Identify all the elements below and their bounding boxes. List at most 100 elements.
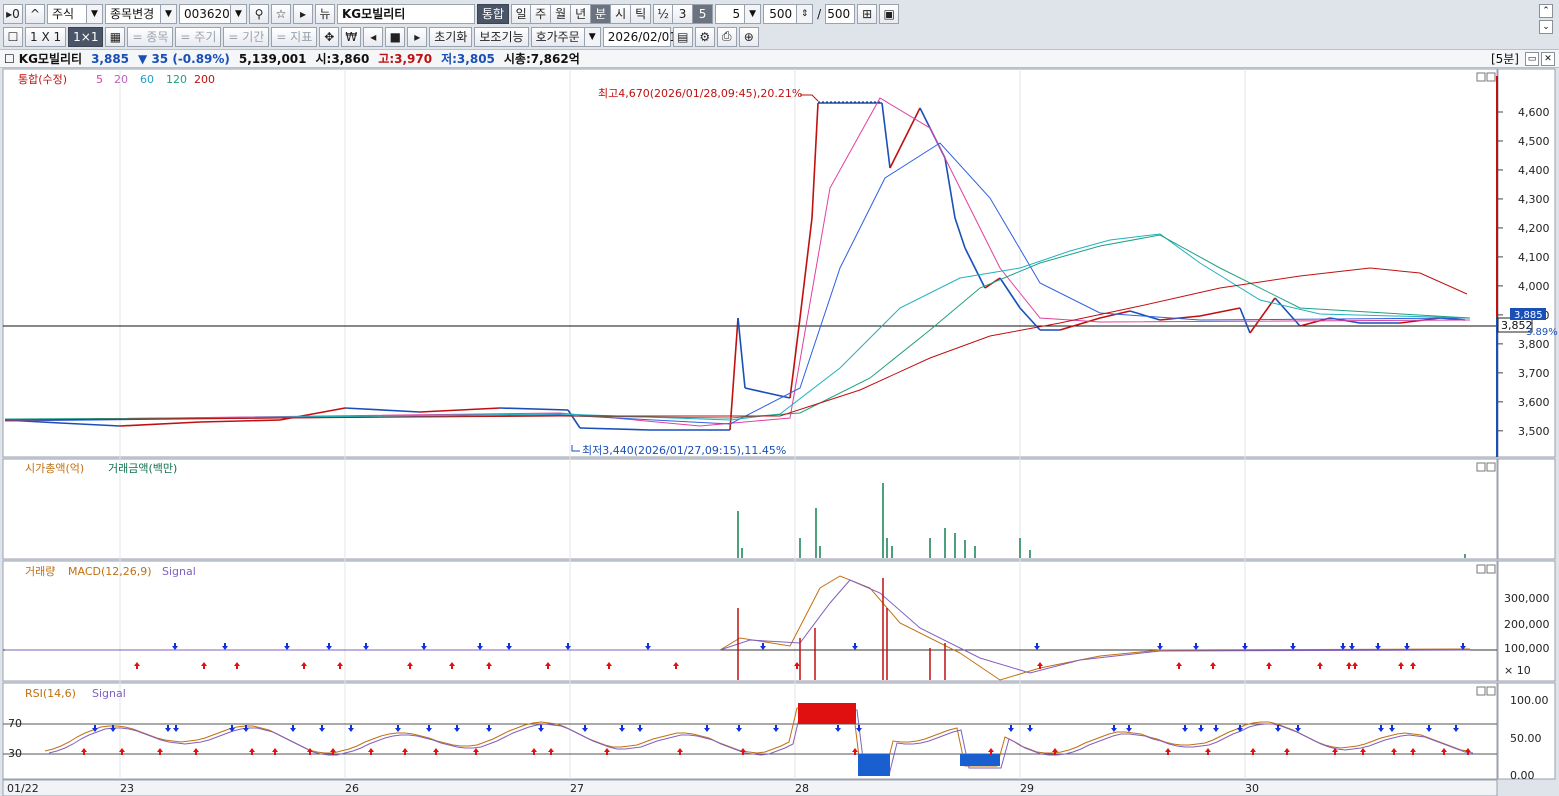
add-range-button[interactable]: = 기간	[223, 26, 270, 47]
add-indicator-button[interactable]: = 지표	[271, 26, 318, 47]
reset-button[interactable]: 초기화	[429, 26, 473, 47]
info-mktcap: 시총:7,862억	[503, 52, 580, 66]
info-open: 시:3,860	[315, 52, 370, 66]
market-select[interactable]: 주식 ▼	[47, 3, 103, 24]
info-stock-name: KG모빌리티	[18, 52, 83, 66]
rsi-oversold-fill-2	[960, 754, 1000, 766]
add-stock-button[interactable]: = 종목	[127, 26, 174, 47]
date-label: 30	[1245, 782, 1259, 795]
rsi-pane	[2, 682, 1498, 780]
count-input[interactable]: 500	[763, 3, 798, 24]
chevron-down-icon[interactable]: ▼	[231, 3, 247, 24]
market-select-value[interactable]: 주식	[47, 3, 87, 24]
change-select-value[interactable]: 종목변경	[105, 3, 161, 24]
layout-1x1-button[interactable]: 1 X 1	[25, 26, 67, 47]
stop-icon[interactable]: ■	[385, 26, 406, 47]
won-icon[interactable]: ₩	[341, 26, 362, 47]
add-window-icon[interactable]: ⊞	[857, 3, 878, 24]
legend-rsi: RSI(14,6)	[25, 687, 76, 700]
info-volume: 5,139,001	[238, 51, 307, 66]
interval-value[interactable]: 5	[715, 3, 746, 24]
rsi-tick-label: 0.00	[1510, 769, 1535, 782]
legend-ma20: 20	[114, 73, 128, 86]
rsi-tick-label: 100.00	[1510, 694, 1549, 707]
arrow-right-icon[interactable]: ▸	[293, 3, 313, 24]
legend-signal: Signal	[162, 565, 196, 578]
calendar-icon[interactable]: ▤	[672, 26, 693, 47]
checkbox-icon[interactable]: ☐	[3, 26, 23, 47]
order-select[interactable]: 호가주문 ▼	[530, 26, 601, 47]
collapse-button[interactable]: ^	[25, 3, 45, 24]
period-tab-5[interactable]: 시	[611, 3, 632, 24]
low-annotation: 최저3,440(2026/01/27,09:15),11.45%	[582, 444, 786, 457]
period-tab-1[interactable]: 주	[531, 3, 552, 24]
maximize-icon[interactable]: ▭	[1525, 51, 1539, 66]
save-icon[interactable]: ▣	[879, 3, 900, 24]
new-button[interactable]: 뉴	[315, 3, 335, 24]
star-icon[interactable]: ☆	[271, 3, 291, 24]
date-label: 26	[345, 782, 359, 795]
macd-tick-label: × 10	[1504, 664, 1531, 677]
menu-button[interactable]: ▸0	[3, 3, 23, 24]
close-icon[interactable]: ✕	[1541, 51, 1555, 66]
price-tick-label: 3,500	[1518, 425, 1550, 438]
info-change: ▼ 35 (-0.89%)	[138, 51, 230, 66]
spinner-icon[interactable]: ⇕	[797, 3, 814, 24]
checkbox-icon[interactable]: ☐	[4, 52, 15, 66]
date-label: 28	[795, 782, 809, 795]
aux-button[interactable]: 보조기능	[474, 26, 529, 47]
chevron-down-icon[interactable]: ▼	[584, 26, 601, 47]
add-period-button[interactable]: = 주기	[175, 26, 222, 47]
period-tab-6[interactable]: 틱	[631, 3, 652, 24]
chevron-down-icon[interactable]: ▼	[161, 3, 177, 24]
globe-icon[interactable]: ⊕	[738, 26, 759, 47]
table-icon[interactable]: ▦	[105, 26, 126, 47]
settings-icon[interactable]: ⚙	[694, 26, 715, 47]
period-tab-4[interactable]: 분	[591, 3, 612, 24]
combined-button[interactable]: 통합	[477, 3, 510, 24]
code-field[interactable]: 003620 ▼	[179, 3, 247, 24]
price-tick-label: 4,500	[1518, 135, 1550, 148]
info-high: 고:3,970	[378, 52, 433, 66]
count-spinner[interactable]: 500 ⇕	[763, 3, 814, 24]
rsi-tick-label: 50.00	[1510, 732, 1542, 745]
minute-option-2[interactable]: 5	[693, 3, 714, 24]
search-icon[interactable]: ⚲	[249, 3, 269, 24]
macd-tick-label: 300,000	[1504, 592, 1550, 605]
period-tab-0[interactable]: 일	[511, 3, 532, 24]
period-tab-2[interactable]: 월	[551, 3, 572, 24]
price-tick-label: 3,600	[1518, 396, 1550, 409]
legend-ma60: 60	[140, 73, 154, 86]
pane-minimize-button	[1476, 462, 1486, 472]
code-input[interactable]: 003620	[179, 3, 231, 24]
next-icon[interactable]: ▸	[407, 26, 428, 47]
pane-close-button	[1486, 686, 1496, 696]
print-icon[interactable]: ⎙	[716, 26, 737, 47]
change-select[interactable]: 종목변경 ▼	[105, 3, 177, 24]
layout-grid-button[interactable]: 1×1	[68, 26, 104, 47]
interval-select[interactable]: 5 ▼	[715, 3, 762, 24]
chevron-down-icon[interactable]: ▼	[87, 3, 103, 24]
crosshair-icon[interactable]: ✥	[319, 26, 340, 47]
chevron-up-icon[interactable]: ⌃	[1539, 4, 1553, 18]
macd-tick-label: 100,000	[1504, 642, 1550, 655]
chevron-down-icon[interactable]: ▼	[745, 3, 762, 24]
price-pane	[2, 68, 1498, 458]
legend-amount: 거래금액(백만)	[108, 462, 177, 475]
date-axis	[2, 779, 1498, 796]
legend-combined: 통합(수정)	[18, 73, 67, 86]
total-count: 500	[825, 3, 856, 24]
prev-icon[interactable]: ◂	[363, 26, 384, 47]
stock-info-bar: ☐ KG모빌리티 3,885 ▼ 35 (-0.89%) 5,139,001 시…	[0, 49, 1559, 68]
order-button[interactable]: 호가주문	[530, 26, 585, 47]
minute-option-1[interactable]: 3	[673, 3, 694, 24]
date-input[interactable]: 2026/02/01	[602, 26, 677, 47]
info-low: 저:3,805	[441, 52, 495, 66]
date-label: 23	[120, 782, 134, 795]
minute-option-0[interactable]: ½	[653, 3, 674, 24]
stock-name-field[interactable]: KG모빌리티	[337, 3, 475, 24]
rsi-70-label: 70	[8, 717, 22, 730]
price-tick-label: 4,300	[1518, 193, 1550, 206]
period-tab-3[interactable]: 년	[571, 3, 592, 24]
stock-chart[interactable]: 01/22 23 26 27 28 29 30 4,600 4,500 4,400 4,300 4,2…	[0, 68, 1559, 796]
